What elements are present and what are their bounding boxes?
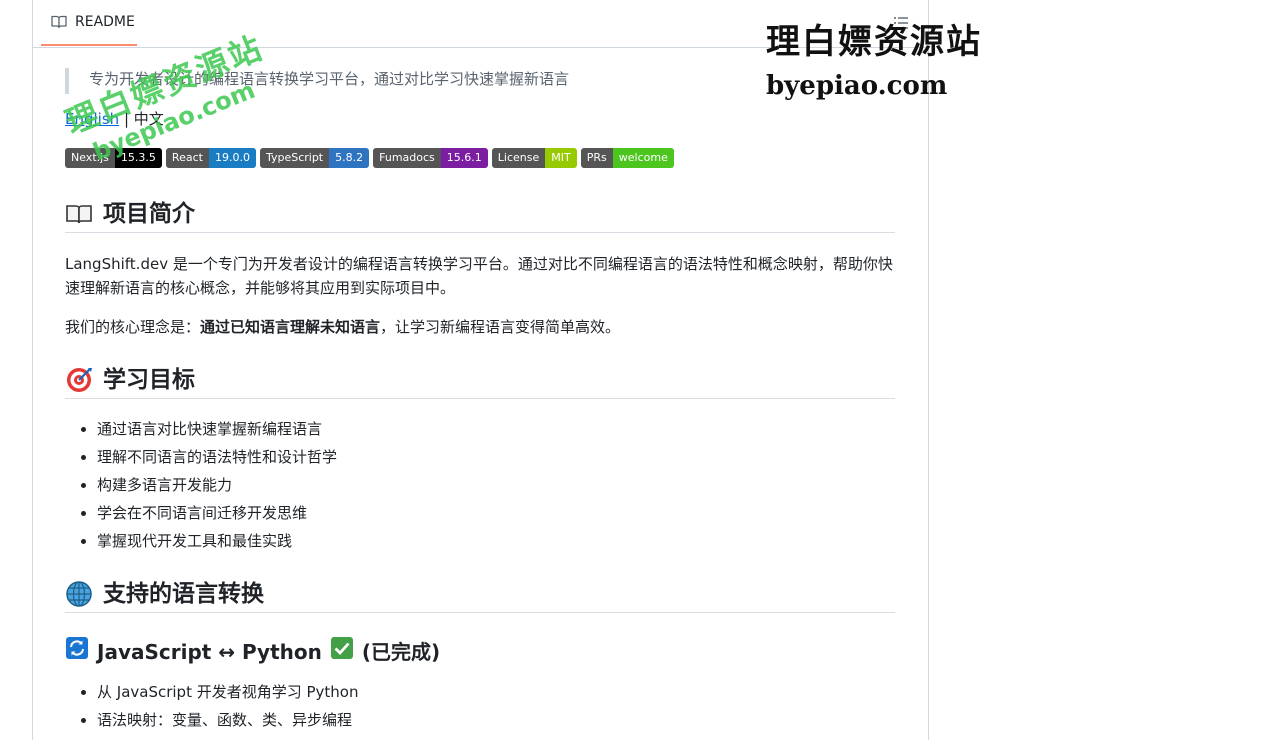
list-item: 构建多语言开发能力 (97, 471, 337, 499)
target-icon (65, 366, 93, 394)
globe-icon (65, 580, 93, 608)
check-mark-icon (330, 636, 354, 668)
philosophy-paragraph: 我们的核心理念是：通过已知语言理解未知语言，让学习新编程语言变得简单高效。 (65, 318, 621, 336)
heading-languages-text: 支持的语言转换 (103, 581, 264, 607)
watermark-right: 理白嫖资源站 byepiao.com (766, 22, 982, 106)
watermark-right-url: byepiao.com (766, 71, 948, 101)
intro-paragraph: LangShift.dev 是一个专门为开发者设计的编程语言转换学习平台。通过对… (65, 255, 893, 297)
list-item: 语法映射：变量、函数、类、异步编程 (97, 706, 359, 734)
heading-intro: 项目简介 (65, 196, 895, 233)
badge-prs[interactable]: PRs welcome (580, 148, 674, 168)
goals-list: 通过语言对比快速掌握新编程语言 理解不同语言的语法特性和设计哲学 构建多语言开发… (65, 415, 337, 555)
list-item: 掌握现代开发工具和最佳实践 (97, 527, 337, 555)
readme-tab-label: README (75, 14, 135, 30)
badge-fumadocs[interactable]: Fumadocs 15.6.1 (373, 148, 488, 168)
heading-js-python: JavaScript ↔ Python (已完成) (65, 636, 440, 668)
heading-goals-text: 学习目标 (103, 367, 195, 393)
badge-row: Next.js 15.3.5 React 19.0.0 TypeScript 5.8.… (65, 148, 674, 168)
list-item: 通过语言对比快速掌握新编程语言 (97, 415, 337, 443)
readme-tab[interactable]: README (41, 0, 137, 46)
list-item: 学会在不同语言间迁移开发思维 (97, 499, 337, 527)
list-item: 理解不同语言的语法特性和设计哲学 (97, 443, 337, 471)
open-book-icon (65, 200, 93, 228)
heading-languages: 支持的语言转换 (65, 576, 895, 613)
heading-goals: 学习目标 (65, 362, 895, 399)
badge-typescript[interactable]: TypeScript 5.8.2 (259, 148, 370, 168)
badge-react[interactable]: React 19.0.0 (165, 148, 256, 168)
repeat-icon (65, 636, 89, 668)
heading-intro-text: 项目简介 (103, 201, 195, 227)
js-python-status: (已完成) (361, 640, 441, 664)
js-python-list: 从 JavaScript 开发者视角学习 Python 语法映射：变量、函数、类… (65, 678, 359, 734)
js-python-title: JavaScript ↔ Python (97, 640, 322, 664)
book-icon (51, 14, 67, 30)
badge-license[interactable]: License MIT (491, 148, 577, 168)
philosophy-highlight: 通过已知语言理解未知语言 (200, 318, 381, 336)
watermark-right-cn: 理白嫖资源站 (766, 22, 982, 62)
list-item: 从 JavaScript 开发者视角学习 Python (97, 678, 359, 706)
